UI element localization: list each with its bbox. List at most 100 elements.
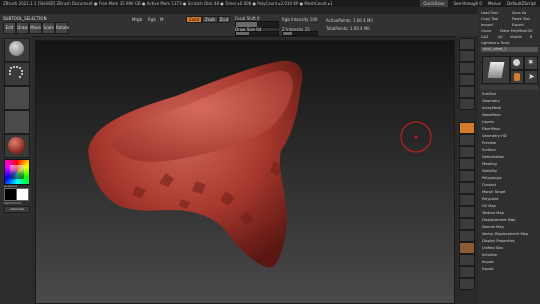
color-picker[interactable] (4, 159, 30, 185)
shelf-floor-button[interactable] (459, 134, 475, 146)
zsub-button[interactable]: Zsub (202, 16, 218, 23)
cylinder-icon (514, 73, 520, 81)
section-arraymesh[interactable]: ArrayMesh (482, 106, 501, 110)
visible-button[interactable]: Visible (510, 35, 522, 39)
section-texture-map[interactable]: Texture Map (482, 211, 504, 215)
polymesh3d-thumbnail[interactable]: ✶ (524, 56, 538, 70)
shelf-actual-button[interactable] (459, 86, 475, 98)
section-vector-displacement-map[interactable]: Vector Displacement Map (482, 232, 528, 236)
mrgb-toggle[interactable]: Mrgb (132, 17, 142, 22)
section-initialize[interactable]: Initialize (482, 253, 497, 257)
goz-button[interactable]: GoZ (481, 35, 488, 39)
cursor-thumbnail[interactable]: ➤ (524, 70, 538, 84)
draw-button[interactable]: Draw (16, 22, 29, 34)
section-surface[interactable]: Surface (482, 148, 496, 152)
shelf-ghost-button[interactable] (459, 254, 475, 266)
quicksave-button[interactable]: QuickSave (420, 0, 448, 7)
section-displacement-map[interactable]: Displacement Map (482, 218, 515, 222)
color-picker-square[interactable] (10, 165, 24, 179)
section-preview[interactable]: Preview (482, 141, 496, 145)
alpha-selector[interactable] (4, 86, 30, 110)
shelf-spix-button[interactable] (459, 50, 475, 62)
export-button[interactable]: Export (512, 23, 524, 27)
section-export[interactable]: Export (482, 267, 494, 271)
primary-color-swatch[interactable] (16, 188, 29, 201)
shelf-scale-button[interactable] (459, 206, 475, 218)
shelf-gxyz-button[interactable] (459, 170, 475, 182)
section-contact[interactable]: Contact (482, 183, 496, 187)
zadd-button[interactable]: Zadd (186, 16, 202, 23)
section-import[interactable]: Import (482, 260, 494, 264)
section-polygroups[interactable]: Polygroups (482, 176, 502, 180)
see-through-slider[interactable]: See-through 0 (454, 0, 482, 7)
shelf-polyf-button[interactable] (459, 230, 475, 242)
brush-selector[interactable] (4, 38, 30, 62)
current-tool-thumbnail[interactable] (482, 56, 510, 84)
simple-brush-thumbnail[interactable] (510, 56, 524, 70)
shelf-aahalf-button[interactable] (459, 98, 475, 110)
zcut-button[interactable]: Zcut (218, 16, 230, 23)
sculpt-model[interactable] (36, 41, 454, 303)
canvas-viewport[interactable] (35, 40, 455, 304)
draw-size-slider[interactable] (235, 31, 279, 36)
z-intensity-slider[interactable] (282, 31, 318, 36)
shelf-solo-button[interactable] (459, 266, 475, 278)
save-as-button[interactable]: Save As (512, 11, 526, 15)
shelf-rotate-button[interactable] (459, 218, 475, 230)
make-polymesh-button[interactable]: Make PolyMesh3D (500, 29, 533, 33)
current-tool-name[interactable]: skull_sdwd_1 (481, 47, 538, 52)
menu-bar[interactable] (0, 7, 540, 14)
section-subtool[interactable]: SubTool (482, 92, 496, 96)
section-layers[interactable]: Layers (482, 120, 494, 124)
all-button[interactable]: All (498, 35, 502, 39)
shelf-xpose-button[interactable] (459, 278, 475, 290)
shelf-local-button[interactable] (459, 146, 475, 158)
menus-button[interactable]: Menus (488, 0, 501, 7)
r-button[interactable]: R (530, 35, 533, 39)
clone-button[interactable]: Clone (481, 29, 491, 33)
stroke-selector[interactable] (4, 62, 30, 86)
section-nanomesh[interactable]: NanoMesh (482, 113, 501, 117)
texture-selector[interactable] (4, 110, 30, 134)
shelf-lsym-button[interactable] (459, 158, 475, 170)
section-display-properties[interactable]: Display Properties (482, 239, 515, 243)
scale-button[interactable]: Scale (42, 22, 55, 34)
shelf-bpr-button[interactable] (459, 38, 475, 50)
copy-tool-button[interactable]: Copy Tool (481, 17, 498, 21)
alternate-button[interactable]: Alternate (4, 206, 30, 213)
load-tool-button[interactable]: Load Tool (481, 11, 498, 15)
section-geometry[interactable]: Geometry (482, 99, 500, 103)
section-visibility[interactable]: Visibility (482, 169, 497, 173)
material-selector[interactable] (4, 134, 30, 158)
section-normal-map[interactable]: Normal Map (482, 225, 504, 229)
arrow-icon: ➤ (528, 72, 535, 81)
section-geometry-hd[interactable]: Geometry HD (482, 134, 507, 138)
m-toggle[interactable]: M (160, 17, 163, 22)
rotate-button[interactable]: Rotate (55, 22, 69, 34)
section-deformation[interactable]: Deformation (482, 155, 504, 159)
edit-button[interactable]: Edit (3, 22, 16, 34)
shelf-move-button[interactable] (459, 194, 475, 206)
shelf-frame-button[interactable] (459, 182, 475, 194)
switch-color-label[interactable]: SwitchColor (4, 201, 22, 205)
shelf-persp-button[interactable] (459, 122, 475, 134)
move-button[interactable]: Move (29, 22, 42, 34)
cylinder3d-thumbnail[interactable] (510, 70, 524, 84)
default-zscript-button[interactable]: DefaultZScript (507, 0, 536, 7)
section-unified-skin[interactable]: Unified Skin (482, 246, 503, 250)
shelf-scroll-button[interactable] (459, 62, 475, 74)
rgb-toggle[interactable]: Rgb (148, 17, 156, 22)
lightbox-tools-button[interactable]: Lightbox ▸ Tools (481, 41, 509, 45)
import-button[interactable]: Import (481, 23, 493, 27)
section-masking[interactable]: Masking (482, 162, 497, 166)
tool-palette: Load Tool Save As Copy Tool Paste Tool I… (478, 7, 540, 304)
section-polypaint[interactable]: Polypaint (482, 197, 499, 201)
paste-tool-button[interactable]: Paste Tool (512, 17, 530, 21)
shelf-transp-button[interactable] (459, 242, 475, 254)
brush-cursor-center (414, 135, 418, 139)
top-toolbar: SUBTOOL_SELECTION Edit Draw Move Scale R… (0, 14, 540, 37)
section-fibermesh[interactable]: FiberMesh (482, 127, 500, 131)
section-morph-target[interactable]: Morph Target (482, 190, 506, 194)
shelf-zoom-button[interactable] (459, 74, 475, 86)
section-uv-map[interactable]: UV Map (482, 204, 496, 208)
